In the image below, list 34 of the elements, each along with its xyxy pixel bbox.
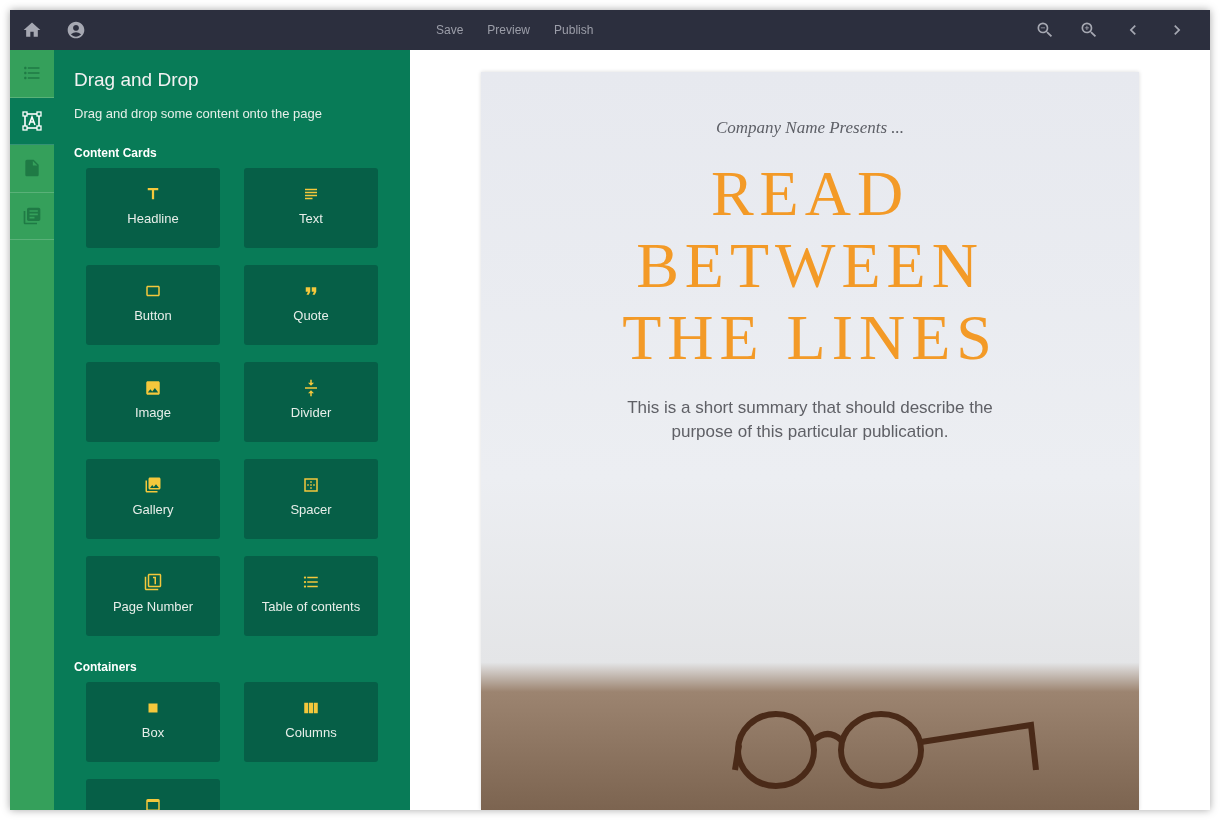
- zoom-in-icon: [1079, 20, 1099, 40]
- cover-title: READ BETWEEN THE LINES: [622, 158, 998, 374]
- content-card[interactable]: Headline: [86, 168, 220, 248]
- content-card[interactable]: Columns: [244, 682, 378, 762]
- text-frame-icon: [22, 110, 42, 131]
- toolbar-link[interactable]: Save: [436, 21, 464, 39]
- cover-kicker: Company Name Presents ...: [715, 118, 905, 138]
- content-card[interactable]: Divider: [244, 362, 378, 442]
- image-icon: [144, 379, 162, 397]
- gallery-icon: [144, 476, 162, 494]
- toolbar-link[interactable]: Preview: [487, 21, 531, 39]
- content-card[interactable]: Spacer: [244, 459, 378, 539]
- toolbar-link[interactable]: Publish: [554, 21, 594, 39]
- content-card[interactable]: Gallery: [86, 459, 220, 539]
- section-title: Containers: [74, 660, 138, 674]
- home-icon: [22, 20, 42, 40]
- content-card[interactable]: Image: [86, 362, 220, 442]
- panel-title: Drag and Drop: [74, 68, 200, 92]
- document-icon: [22, 158, 42, 179]
- panel-subtitle: Drag and drop some content onto the page: [74, 106, 323, 122]
- section-title: Content Cards: [74, 146, 158, 160]
- content-card[interactable]: Quote: [244, 265, 378, 345]
- cover-summary: This is a short summary that should describe the purpose of this particular publication.: [626, 397, 994, 443]
- page-number-icon: [144, 573, 162, 591]
- zoom-out-icon: [1035, 20, 1055, 40]
- account-icon: [66, 20, 86, 40]
- content-card[interactable]: Text: [244, 168, 378, 248]
- content-card[interactable]: Table of contents: [244, 556, 378, 636]
- divider-icon: [302, 379, 320, 397]
- content-card[interactable]: Page Number: [86, 556, 220, 636]
- content-card[interactable]: Button: [86, 265, 220, 345]
- content-card[interactable]: Box: [86, 682, 220, 762]
- header-bar-icon: [144, 796, 162, 810]
- pages-icon: [22, 205, 42, 226]
